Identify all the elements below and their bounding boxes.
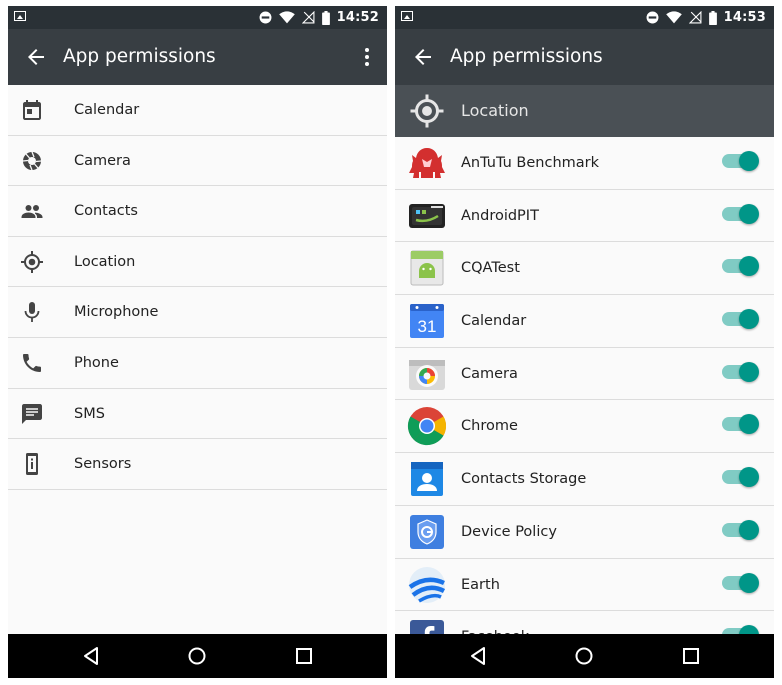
app-item-calendar[interactable]: 31 Calendar [395,295,774,348]
section-title: Location [461,101,529,120]
calendar-icon-date: 31 [418,317,437,336]
contacts-storage-icon [411,462,443,497]
app-item-antutu[interactable]: AnTuTu Benchmark [395,137,774,190]
nav-recents-icon[interactable] [679,644,703,668]
permission-item-microphone[interactable]: Microphone [8,287,387,338]
app-label: AnTuTu Benchmark [461,155,599,171]
calendar-app-icon: 31 [410,304,444,339]
back-arrow-icon[interactable] [24,45,48,69]
app-label: AndroidPIT [461,207,539,224]
app-item-camera[interactable]: Camera [395,347,774,401]
wifi-icon [278,11,295,24]
permission-item-location[interactable]: Location [8,237,387,288]
location-toggle[interactable] [722,151,759,171]
app-permission-list: AnTuTu Benchmark AndroidPIT CQATest 31 C… [395,137,774,664]
sms-icon [22,403,42,424]
page-title: App permissions [63,46,216,67]
app-item-androidpit[interactable]: AndroidPIT [395,189,774,243]
nav-back-icon[interactable] [79,644,103,668]
permission-label: Contacts [74,203,138,220]
permission-item-phone[interactable]: Phone [8,338,387,389]
camera-app-icon [409,359,445,390]
permission-label: Location [74,253,136,270]
nav-home-icon[interactable] [572,644,596,668]
permission-item-camera[interactable]: Camera [8,136,387,187]
app-item-contacts-storage[interactable]: Contacts Storage [395,453,774,506]
left-screen: 14:52 App permissions Calendar Camera Co… [8,6,387,678]
calendar-icon [23,100,41,120]
status-time: 14:53 [723,10,766,25]
permission-item-sms[interactable]: SMS [8,389,387,440]
location-toggle[interactable] [722,361,759,382]
permission-label: Calendar [74,102,140,118]
app-item-earth[interactable]: Earth [395,558,774,612]
gallery-notification-icon [14,11,26,21]
permission-label: SMS [74,405,105,422]
device-policy-icon [410,514,444,549]
permission-label: Sensors [74,456,132,473]
nav-home-icon[interactable] [185,644,209,668]
permission-item-contacts[interactable]: Contacts [8,186,387,237]
battery-icon [321,10,330,25]
no-signal-icon [688,11,702,24]
nav-back-icon[interactable] [466,644,490,668]
status-bar: 14:53 [395,6,774,29]
app-label: Chrome [461,418,518,435]
app-label: Device Policy [461,523,557,540]
app-label: Contacts Storage [461,471,587,488]
contacts-icon [21,205,43,219]
chrome-icon [407,407,447,446]
app-label: Earth [461,576,500,593]
do-not-disturb-icon [646,11,659,24]
permission-item-sensors[interactable]: Sensors [8,439,387,490]
back-arrow-icon[interactable] [411,45,435,69]
permission-label: Camera [74,152,131,169]
no-signal-icon [301,11,315,24]
navigation-bar [395,634,774,678]
do-not-disturb-icon [259,11,272,24]
permission-item-calendar[interactable]: Calendar [8,85,387,136]
cqatest-icon [410,250,444,286]
nav-recents-icon[interactable] [292,644,316,668]
location-toggle[interactable] [722,519,759,540]
location-toggle[interactable] [722,572,759,593]
app-label: CQATest [461,260,520,277]
earth-icon [408,566,446,603]
wifi-icon [665,11,682,24]
navigation-bar [8,634,387,678]
app-bar: App permissions [395,29,774,85]
app-item-device-policy[interactable]: Device Policy [395,505,774,559]
microphone-icon [24,302,40,323]
more-options-icon[interactable] [359,45,375,69]
location-icon [410,94,444,128]
permission-label: Microphone [74,304,159,321]
location-toggle[interactable] [722,309,759,330]
androidpit-icon [409,203,445,228]
location-icon [21,250,43,273]
battery-icon [708,10,717,25]
app-label: Camera [461,365,518,382]
gallery-notification-icon [401,11,413,21]
antutu-icon [409,148,445,178]
app-item-cqatest[interactable]: CQATest [395,242,774,296]
app-label: Calendar [461,313,527,330]
status-bar: 14:52 [8,6,387,29]
location-toggle[interactable] [722,467,759,488]
location-toggle[interactable] [722,414,759,435]
app-bar: App permissions [8,29,387,85]
camera-icon [22,151,42,170]
app-item-chrome[interactable]: Chrome [395,400,774,454]
permission-list: Calendar Camera Contacts Location Microp… [8,85,387,490]
location-toggle[interactable] [722,203,759,224]
permission-label: Phone [74,354,119,371]
sensors-icon [26,453,38,476]
location-toggle[interactable] [722,256,759,277]
page-title: App permissions [450,46,603,67]
phone-icon [23,353,41,372]
right-screen: 14:53 App permissions Location AnTuTu Be… [395,6,774,678]
status-time: 14:52 [336,10,379,25]
location-section-header: Location [395,85,774,137]
